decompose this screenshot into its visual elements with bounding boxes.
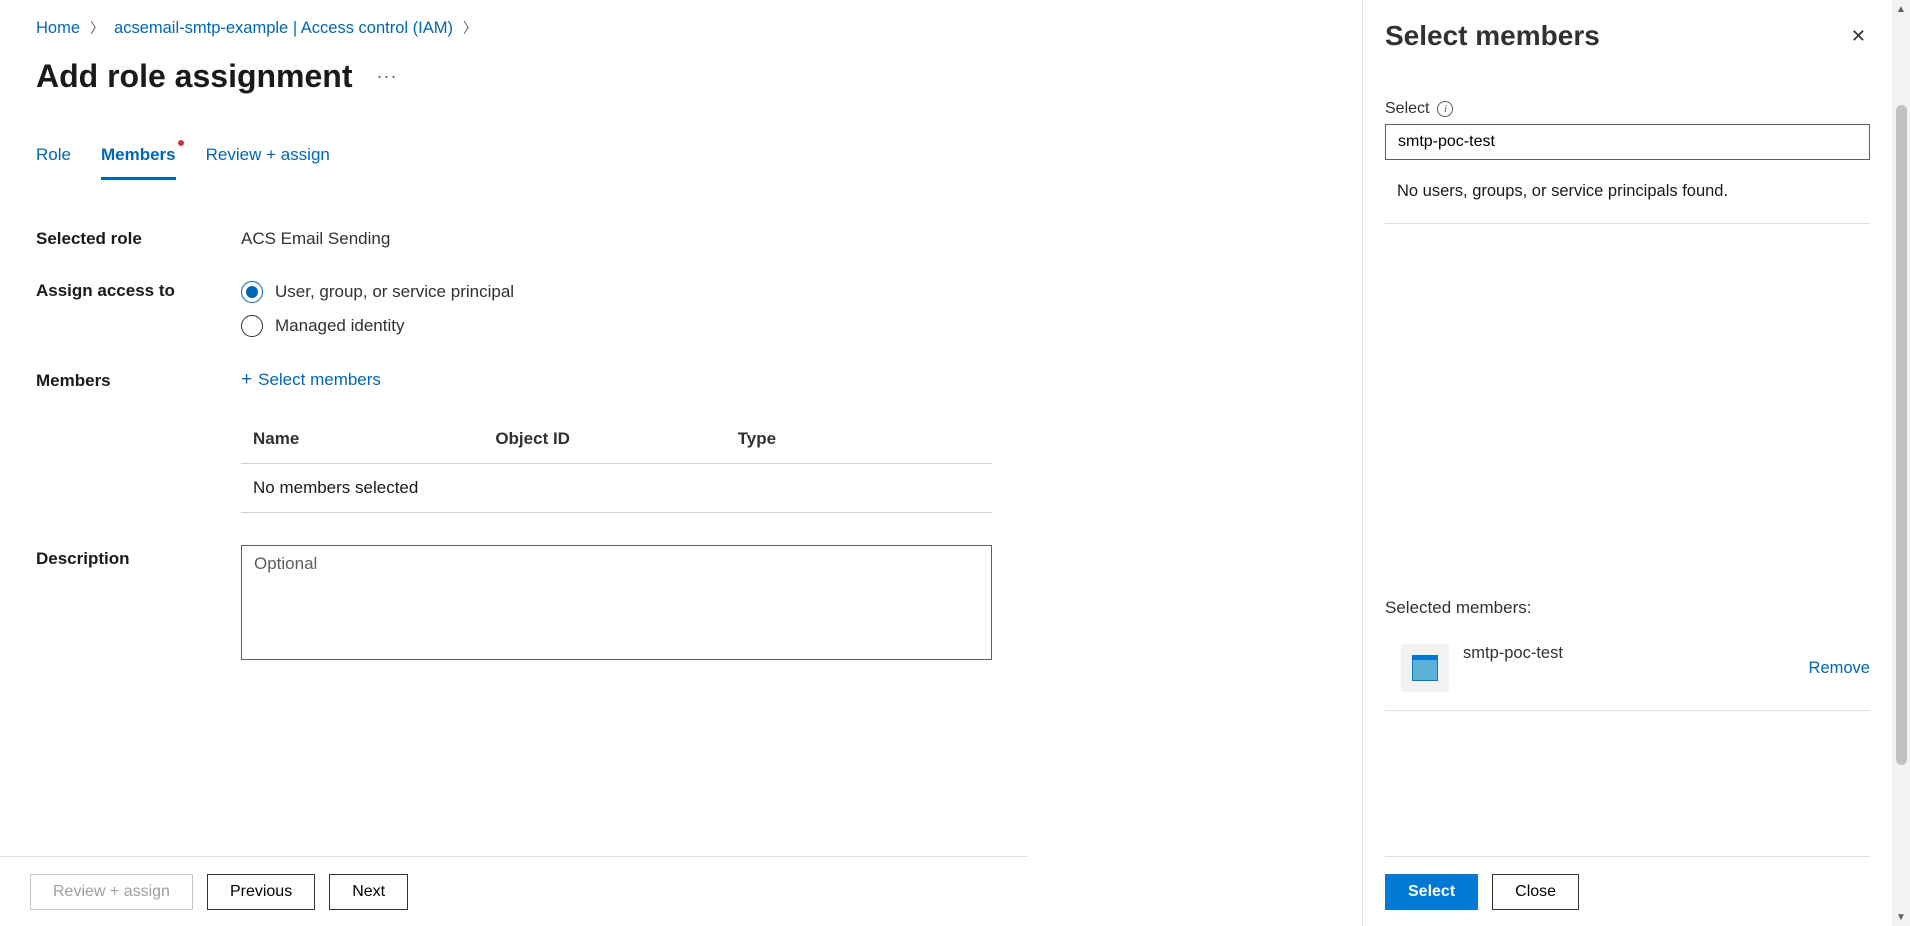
members-table: Name Object ID Type No members selected	[241, 415, 992, 513]
vertical-scrollbar[interactable]: ▲ ▼	[1892, 0, 1910, 926]
form-section: Selected role ACS Email Sending Assign a…	[36, 229, 992, 660]
radio-user-group-sp[interactable]: User, group, or service principal	[241, 281, 992, 303]
main-footer-bar: Review + assign Previous Next	[0, 856, 1028, 926]
tabs: Role Members Review + assign	[36, 145, 992, 181]
close-icon[interactable]: ✕	[1847, 22, 1870, 51]
col-object-id: Object ID	[495, 429, 737, 449]
info-icon[interactable]: i	[1437, 101, 1453, 117]
selected-member-name: smtp-poc-test	[1463, 644, 1795, 663]
tab-members[interactable]: Members	[101, 145, 176, 180]
scroll-thumb[interactable]	[1896, 105, 1907, 765]
selected-member-row: smtp-poc-test Remove	[1385, 636, 1870, 711]
radio-unselected-icon	[241, 315, 263, 337]
assign-access-radio-group: User, group, or service principal Manage…	[241, 281, 992, 337]
member-search-input[interactable]	[1385, 124, 1870, 160]
col-name: Name	[253, 429, 495, 449]
tab-role[interactable]: Role	[36, 145, 71, 180]
breadcrumb: Home 〉 acsemail-smtp-example | Access co…	[36, 18, 992, 38]
breadcrumb-home[interactable]: Home	[36, 19, 80, 38]
main-content: Home 〉 acsemail-smtp-example | Access co…	[0, 0, 1028, 926]
selected-members-label: Selected members:	[1385, 598, 1870, 618]
selected-role-value: ACS Email Sending	[241, 229, 992, 249]
select-label-text: Select	[1385, 100, 1429, 118]
select-members-link[interactable]: + Select members	[241, 369, 992, 391]
no-results-message: No users, groups, or service principals …	[1385, 160, 1870, 223]
description-textarea[interactable]	[241, 545, 992, 660]
previous-button[interactable]: Previous	[207, 874, 315, 910]
panel-close-button[interactable]: Close	[1492, 874, 1579, 910]
next-button[interactable]: Next	[329, 874, 408, 910]
scroll-down-icon[interactable]: ▼	[1892, 908, 1910, 926]
page-title-row: Add role assignment ···	[36, 58, 992, 95]
select-members-panel: Select members ✕ Select i No users, grou…	[1362, 0, 1892, 926]
chevron-right-icon: 〉	[90, 18, 104, 38]
chevron-right-icon: 〉	[463, 18, 477, 38]
panel-select-button[interactable]: Select	[1385, 874, 1478, 910]
app-registration-icon	[1401, 644, 1449, 692]
col-type: Type	[738, 429, 980, 449]
description-label: Description	[36, 545, 241, 660]
more-icon[interactable]: ···	[377, 66, 398, 87]
panel-body: Select i No users, groups, or service pr…	[1385, 100, 1892, 926]
modified-indicator-icon	[178, 140, 184, 146]
breadcrumb-resource[interactable]: acsemail-smtp-example | Access control (…	[114, 19, 453, 38]
radio-selected-icon	[241, 281, 263, 303]
select-field-label: Select i	[1385, 100, 1870, 118]
tab-review-assign[interactable]: Review + assign	[206, 145, 330, 180]
select-members-link-text: Select members	[258, 370, 381, 390]
panel-header: Select members ✕	[1385, 20, 1892, 52]
radio-managed-identity-label: Managed identity	[275, 316, 404, 336]
members-empty-text: No members selected	[253, 478, 495, 498]
plus-icon: +	[241, 369, 252, 391]
panel-title: Select members	[1385, 20, 1600, 52]
assign-access-label: Assign access to	[36, 281, 241, 337]
review-assign-button[interactable]: Review + assign	[30, 874, 193, 910]
remove-member-link[interactable]: Remove	[1809, 659, 1870, 678]
members-table-empty-row: No members selected	[241, 464, 992, 513]
scroll-up-icon[interactable]: ▲	[1892, 0, 1910, 18]
page-title: Add role assignment	[36, 58, 353, 95]
selected-role-label: Selected role	[36, 229, 241, 249]
panel-footer: Select Close	[1385, 856, 1870, 926]
tab-members-label: Members	[101, 145, 176, 164]
members-table-header: Name Object ID Type	[241, 415, 992, 464]
radio-managed-identity[interactable]: Managed identity	[241, 315, 992, 337]
radio-user-group-sp-label: User, group, or service principal	[275, 282, 514, 302]
members-label: Members	[36, 369, 241, 391]
